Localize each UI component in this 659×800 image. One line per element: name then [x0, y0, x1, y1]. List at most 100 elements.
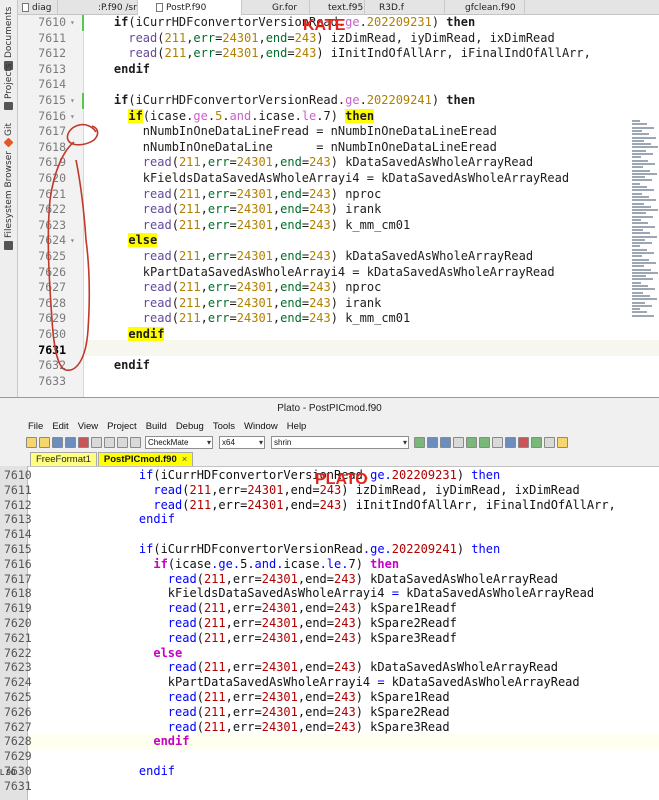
tab-freeformat1[interactable]: FreeFormat1: [30, 452, 97, 466]
kate-code-line: read(211,err=24301,end=243) k_mm_cm01: [142, 217, 411, 232]
minimap-line: [632, 235, 657, 238]
undo-icon[interactable]: [117, 437, 128, 448]
minimap-line: [632, 209, 658, 212]
kate-tab[interactable]: R3D.f: [365, 0, 445, 15]
menu-project[interactable]: Project: [107, 419, 137, 434]
minimap-line: [632, 212, 646, 215]
minimap-line: [632, 311, 647, 314]
kate-code-line: read(211,err=24301,end=243) kDataSavedAs…: [142, 155, 534, 170]
plato-code-line: read(211,err=24301,end=243) kDataSavedAs…: [167, 660, 558, 675]
kate-code-line: read(211,err=24301,end=243) kDataSavedAs…: [142, 249, 534, 263]
open-folder-icon[interactable]: [39, 437, 50, 448]
run-icon[interactable]: [531, 437, 542, 448]
menu-view[interactable]: View: [78, 419, 98, 434]
minimap-line: [632, 291, 643, 294]
minimap-line: [632, 176, 645, 179]
minimap-line: [632, 162, 655, 165]
file-icon: [156, 3, 163, 12]
kate-code-line: kPartDataSavedAsWholeArrayi4 = kDataSave…: [85, 264, 555, 279]
minimap-line: [632, 308, 640, 311]
kate-code-line: read(211,err=24301,end=243) iInitIndOfAl…: [128, 46, 591, 61]
menu-edit[interactable]: Edit: [52, 419, 68, 434]
minimap-line: [632, 169, 650, 172]
menu-help[interactable]: Help: [287, 419, 307, 434]
outdent-icon[interactable]: [479, 437, 490, 448]
plato-code-line: else: [153, 645, 183, 660]
search-combo[interactable]: shrin: [271, 436, 409, 449]
find-icon[interactable]: [414, 437, 425, 448]
plato-window-title: Plato - PostPICmod.f90: [0, 398, 659, 419]
kate-current-line-highlight: [85, 340, 659, 356]
tab-postpicmod[interactable]: PostPICmod.f90 ×: [97, 452, 194, 466]
minimap-line: [632, 153, 653, 155]
save-all-icon[interactable]: [65, 437, 76, 448]
minimap-line: [632, 166, 643, 169]
plato-code-line: endif: [138, 764, 176, 778]
minimap-line: [632, 232, 650, 235]
replace-icon[interactable]: [440, 437, 451, 448]
minimap-line: [632, 192, 642, 195]
kate-tab[interactable]: Gr.for: [242, 0, 310, 15]
plato-window: Plato - PostPICmod.f90 File Edit View Pr…: [0, 397, 659, 800]
compile-icon[interactable]: [505, 437, 516, 448]
close-icon[interactable]: ×: [182, 453, 188, 466]
tools-icon[interactable]: [557, 437, 568, 448]
minimap-line: [632, 202, 644, 205]
minimap-line: [632, 301, 645, 304]
paste-icon[interactable]: [104, 437, 115, 448]
platform-select[interactable]: x64: [219, 436, 265, 449]
indent-icon[interactable]: [466, 437, 477, 448]
minimap-line: [632, 146, 658, 149]
kate-minimap[interactable]: [632, 120, 659, 320]
minimap-line: [632, 139, 644, 142]
minimap-line: [632, 182, 640, 185]
menu-window[interactable]: Window: [244, 419, 278, 434]
bookmark-icon[interactable]: [453, 437, 464, 448]
menu-file[interactable]: File: [28, 419, 43, 434]
minimap-line: [632, 222, 648, 225]
menu-build[interactable]: Build: [146, 419, 167, 434]
minimap-line: [632, 278, 653, 281]
plato-line-number: 7616: [4, 556, 32, 571]
plato-code-line: endif: [153, 734, 190, 749]
kate-tab[interactable]: text.f95: [310, 0, 365, 15]
kate-tab-active[interactable]: PostP.f90: [138, 0, 242, 15]
build-icon[interactable]: [518, 437, 529, 448]
minimap-line: [632, 288, 655, 291]
minimap-line: [632, 242, 652, 245]
minimap-line: [632, 120, 640, 122]
minimap-line: [632, 225, 655, 228]
menu-debug[interactable]: Debug: [176, 419, 204, 434]
plato-line-number: 7626: [4, 704, 32, 719]
save-icon[interactable]: [52, 437, 63, 448]
kate-annotation-label: KATE: [303, 17, 346, 34]
minimap-line: [632, 215, 653, 218]
plato-line-number: 7613: [4, 512, 32, 527]
debug-icon[interactable]: [544, 437, 555, 448]
kate-code-line: nNumbInOneDataLineFread = nNumbInOneData…: [85, 124, 497, 139]
redo-icon[interactable]: [130, 437, 141, 448]
minimap-line: [632, 133, 649, 136]
plato-line-number: 7618: [4, 586, 32, 601]
minimap-line: [632, 271, 658, 274]
menu-tools[interactable]: Tools: [213, 419, 235, 434]
minimap-line: [632, 126, 654, 129]
config-select[interactable]: CheckMate: [145, 436, 213, 449]
plato-line-number: 7629: [4, 749, 32, 764]
plato-line-number: 7627: [4, 719, 32, 734]
kate-code-line: if(icase.ge.5.and.icase.le.7) then: [128, 108, 375, 123]
minimap-line: [632, 298, 657, 301]
find-next-icon[interactable]: [427, 437, 438, 448]
comment-icon[interactable]: [492, 437, 503, 448]
plato-line-number: 7623: [4, 660, 32, 675]
minimap-line: [632, 268, 651, 271]
minimap-line: [632, 179, 652, 182]
minimap-line: [632, 314, 654, 317]
plato-code-line: read(211,err=24301,end=243) kSpare3Read: [167, 719, 450, 734]
cut-icon[interactable]: [78, 437, 89, 448]
plato-line-number: 7622: [4, 645, 32, 660]
kate-tab[interactable]: gfclean.f90: [445, 0, 525, 15]
copy-icon[interactable]: [91, 437, 102, 448]
plato-line-number: 7624: [4, 675, 32, 690]
new-file-icon[interactable]: [26, 437, 37, 448]
